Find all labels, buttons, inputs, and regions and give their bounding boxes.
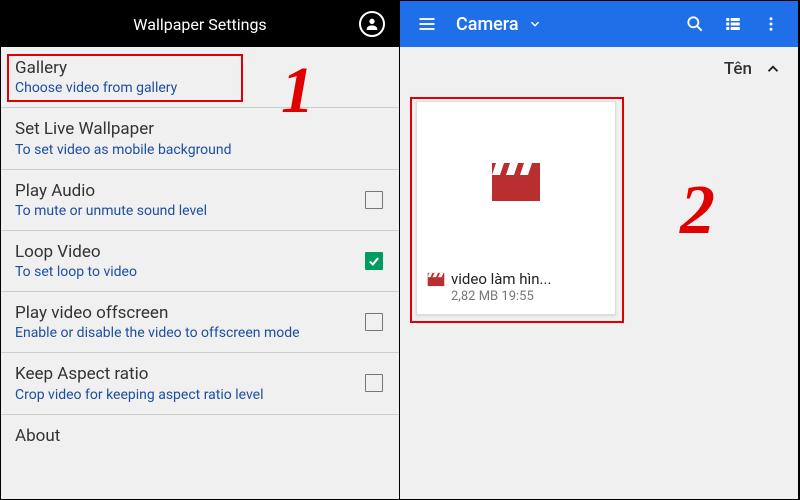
chevron-up-icon xyxy=(764,60,782,78)
row-keep-aspect[interactable]: Keep Aspect ratio Crop video for keeping… xyxy=(1,353,399,414)
profile-icon[interactable] xyxy=(359,11,385,37)
row-subtitle: To set video as mobile background xyxy=(15,142,385,158)
settings-header: Wallpaper Settings xyxy=(1,1,399,47)
settings-title: Wallpaper Settings xyxy=(41,15,359,34)
video-thumbnail xyxy=(417,102,615,262)
checkbox-keep-aspect[interactable] xyxy=(365,374,383,392)
hamburger-icon[interactable] xyxy=(410,7,444,41)
row-play-audio[interactable]: Play Audio To mute or unmute sound level xyxy=(1,170,399,231)
row-title: Set Live Wallpaper xyxy=(15,119,385,140)
search-icon[interactable] xyxy=(678,7,712,41)
row-play-offscreen[interactable]: Play video offscreen Enable or disable t… xyxy=(1,292,399,353)
settings-list: Gallery Choose video from gallery Set Li… xyxy=(1,47,399,458)
file-grid: video làm hìn... 2,82 MB 19:55 xyxy=(400,91,798,325)
row-subtitle: To set loop to video xyxy=(15,264,365,280)
clapperboard-icon xyxy=(490,161,542,203)
row-subtitle: Choose video from gallery xyxy=(15,80,385,96)
row-title: Keep Aspect ratio xyxy=(15,364,365,385)
video-file-card[interactable]: video làm hìn... 2,82 MB 19:55 xyxy=(416,101,616,315)
checkbox-loop-video[interactable] xyxy=(365,252,383,270)
sort-bar[interactable]: Tên xyxy=(400,47,798,91)
settings-pane: Wallpaper Settings Gallery Choose video … xyxy=(1,1,399,499)
more-vert-icon[interactable] xyxy=(754,7,788,41)
sort-label: Tên xyxy=(724,59,752,79)
file-info: video làm hìn... 2,82 MB 19:55 xyxy=(417,262,615,314)
checkbox-play-audio[interactable] xyxy=(365,191,383,209)
annotation-number-1: 1 xyxy=(281,53,314,129)
chevron-down-icon[interactable] xyxy=(523,7,547,41)
annotation-number-2: 2 xyxy=(680,171,715,251)
file-meta: 2,82 MB 19:55 xyxy=(451,289,551,304)
row-title: Gallery xyxy=(15,58,385,79)
gallery-title[interactable]: Camera xyxy=(448,14,519,35)
row-subtitle: Enable or disable the video to offscreen… xyxy=(15,325,365,341)
row-subtitle: Crop video for keeping aspect ratio leve… xyxy=(15,387,365,403)
row-title: Play Audio xyxy=(15,181,365,202)
clapperboard-icon xyxy=(427,272,445,287)
row-loop-video[interactable]: Loop Video To set loop to video xyxy=(1,231,399,292)
file-name: video làm hìn... xyxy=(451,270,551,288)
gallery-header: Camera xyxy=(400,1,798,47)
row-title: Play video offscreen xyxy=(15,303,365,324)
checkbox-play-offscreen[interactable] xyxy=(365,313,383,331)
row-subtitle: To mute or unmute sound level xyxy=(15,203,365,219)
row-gallery[interactable]: Gallery Choose video from gallery xyxy=(1,47,399,108)
view-list-icon[interactable] xyxy=(716,7,750,41)
row-title: About xyxy=(15,426,385,447)
gallery-pane: Camera Tên xyxy=(400,1,798,499)
row-title: Loop Video xyxy=(15,242,365,263)
row-about[interactable]: About xyxy=(1,415,399,458)
row-set-live-wallpaper[interactable]: Set Live Wallpaper To set video as mobil… xyxy=(1,108,399,169)
